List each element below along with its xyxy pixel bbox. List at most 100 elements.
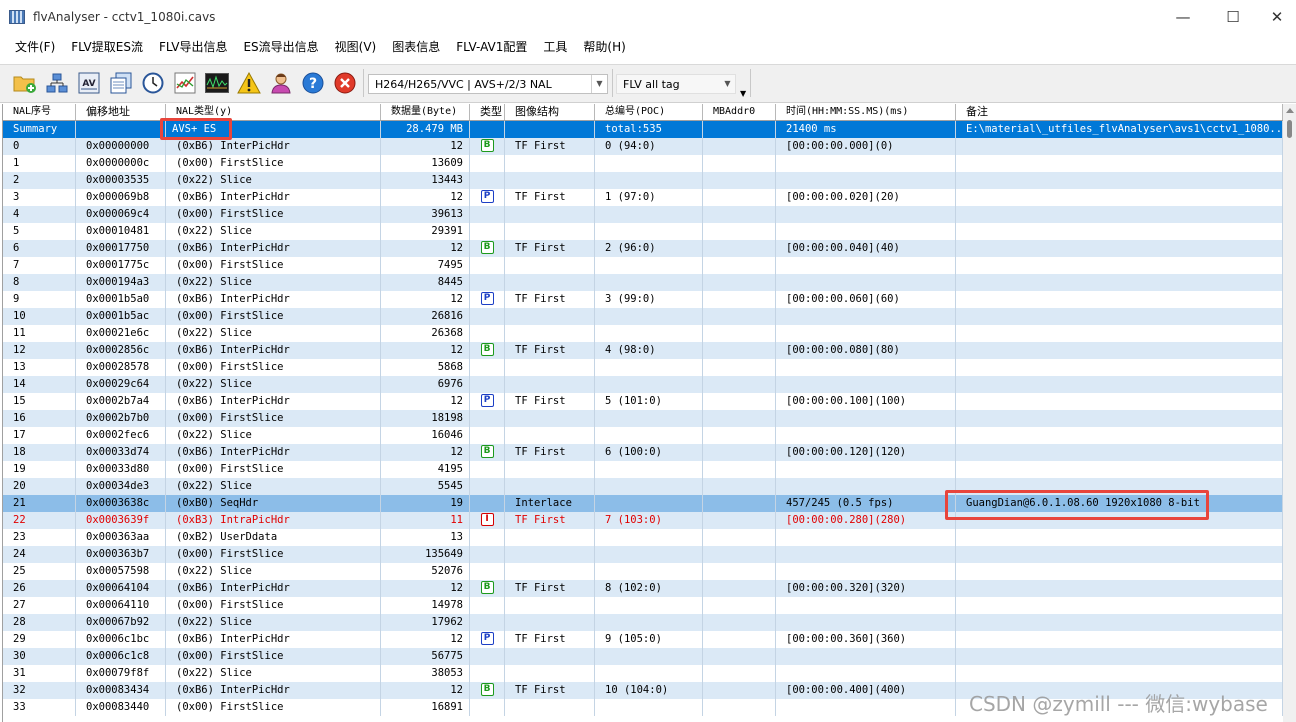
table-row[interactable]: 23 0x000363aa (0xB2) UserDdata 13 — [3, 529, 1283, 546]
warning-icon[interactable] — [237, 71, 261, 95]
network-icon[interactable] — [45, 71, 69, 95]
menu-es-export-info[interactable]: ES流导出信息 — [236, 38, 325, 55]
table-row[interactable]: 8 0x000194a3 (0x22) Slice 8445 — [3, 274, 1283, 291]
cell-size: 4195 — [381, 461, 470, 478]
table-row[interactable]: 3 0x000069b8 (0xB6) InterPicHdr 12 P TF First… — [3, 189, 1283, 206]
cell-nal-type: (0x00) FirstSlice — [166, 546, 381, 563]
nal-mode-select[interactable]: H264/H265/VVC | AVS+/2/3 NAL ▼ — [368, 74, 608, 94]
cell-size: 8445 — [381, 274, 470, 291]
cell-frame-type — [470, 699, 505, 716]
menu-file[interactable]: 文件(F) — [8, 38, 62, 55]
maximize-button[interactable]: ☐ — [1210, 0, 1256, 33]
table-row[interactable]: 4 0x000069c4 (0x00) FirstSlice 39613 — [3, 206, 1283, 223]
clock-icon[interactable] — [141, 71, 165, 95]
table-row[interactable]: 5 0x00010481 (0x22) Slice 29391 — [3, 223, 1283, 240]
table-row[interactable]: 9 0x0001b5a0 (0xB6) InterPicHdr 12 P TF First… — [3, 291, 1283, 308]
waveform-icon[interactable] — [205, 71, 229, 95]
scroll-thumb[interactable] — [1287, 120, 1292, 138]
table-row[interactable]: 1 0x0000000c (0x00) FirstSlice 13609 — [3, 155, 1283, 172]
table-row[interactable]: 16 0x0002b7b0 (0x00) FirstSlice 18198 — [3, 410, 1283, 427]
table-row[interactable]: 11 0x00021e6c (0x22) Slice 26368 — [3, 325, 1283, 342]
table-row[interactable]: 10 0x0001b5ac (0x00) FirstSlice 26816 — [3, 308, 1283, 325]
open-folder-icon[interactable] — [13, 71, 37, 95]
cell-nal-type: (0xB0) SeqHdr — [166, 495, 381, 512]
cell-mbaddr0 — [703, 308, 776, 325]
help-icon[interactable]: ? — [301, 71, 325, 95]
minimize-button[interactable]: — — [1160, 0, 1206, 33]
table-row[interactable]: 0 0x00000000 (0xB6) InterPicHdr 12 B TF First… — [3, 138, 1283, 155]
av-icon[interactable]: AV — [77, 71, 101, 95]
toolbar-overflow-icon[interactable]: ▼ — [740, 89, 746, 98]
table-row[interactable]: 28 0x00067b92 (0x22) Slice 17962 — [3, 614, 1283, 631]
table-row[interactable]: 18 0x00033d74 (0xB6) InterPicHdr 12 B TF Firs… — [3, 444, 1283, 461]
cell-mbaddr0 — [703, 546, 776, 563]
scroll-up-arrow-icon[interactable] — [1286, 108, 1294, 113]
menu-flv-export-info[interactable]: FLV导出信息 — [152, 38, 234, 55]
cell-poc — [595, 597, 703, 614]
cell-poc — [595, 665, 703, 682]
vertical-scrollbar[interactable] — [1283, 104, 1296, 722]
cell-poc — [595, 410, 703, 427]
table-row[interactable]: 7 0x0001775c (0x00) FirstSlice 7495 — [3, 257, 1283, 274]
cell-note — [956, 223, 1283, 240]
menu-flv-extract-es[interactable]: FLV提取ES流 — [64, 38, 150, 55]
column-header-time[interactable]: 时间(HH:MM:SS.MS)(ms) — [776, 104, 956, 120]
frame-i-icon: I — [480, 512, 494, 526]
column-header-note[interactable]: 备注 — [956, 104, 1283, 120]
cell-time — [776, 699, 956, 716]
cell-size: 12 — [381, 291, 470, 308]
table-row[interactable]: 14 0x00029c64 (0x22) Slice 6976 — [3, 376, 1283, 393]
cell-nal-type: (0x00) FirstSlice — [166, 461, 381, 478]
cell-time — [776, 648, 956, 665]
column-header-nal-index[interactable]: NAL序号 — [3, 104, 76, 120]
column-header-offset[interactable]: 偏移地址 — [76, 104, 166, 120]
table-row[interactable]: 29 0x0006c1bc (0xB6) InterPicHdr 12 P TF Firs… — [3, 631, 1283, 648]
menu-flv-av1-config[interactable]: FLV-AV1配置 — [449, 38, 534, 55]
close-circle-icon[interactable] — [333, 71, 357, 95]
menu-help[interactable]: 帮助(H) — [576, 38, 632, 55]
cell-frame-type — [470, 665, 505, 682]
table-row[interactable]: 26 0x00064104 (0xB6) InterPicHdr 12 B TF Firs… — [3, 580, 1283, 597]
cell-nal-index: 25 — [3, 563, 76, 580]
user-icon[interactable] — [269, 71, 293, 95]
column-header-poc[interactable]: 总编号(POC) — [595, 104, 703, 120]
cell-offset: 0x0003639f — [76, 512, 166, 529]
cell-frame-type — [470, 478, 505, 495]
table-row[interactable]: 30 0x0006c1c8 (0x00) FirstSlice 56775 — [3, 648, 1283, 665]
table-row[interactable]: 2 0x00003535 (0x22) Slice 13443 — [3, 172, 1283, 189]
cell-size: 16046 — [381, 427, 470, 444]
table-row[interactable]: 6 0x00017750 (0xB6) InterPicHdr 12 B TF First… — [3, 240, 1283, 257]
cell-nal-type: (0xB2) UserDdata — [166, 529, 381, 546]
cell-poc — [595, 648, 703, 665]
menu-view[interactable]: 视图(V) — [328, 38, 384, 55]
menu-chart-info[interactable]: 图表信息 — [385, 38, 447, 55]
column-header-picture-structure[interactable]: 图像结构 — [505, 104, 595, 120]
table-row[interactable]: 13 0x00028578 (0x00) FirstSlice 5868 — [3, 359, 1283, 376]
menu-tools[interactable]: 工具 — [536, 38, 574, 55]
cell-note — [956, 342, 1283, 359]
cell-note — [956, 274, 1283, 291]
table-row[interactable]: 25 0x00057598 (0x22) Slice 52076 — [3, 563, 1283, 580]
cell-offset: 0x0001b5ac — [76, 308, 166, 325]
table-row[interactable]: 24 0x000363b7 (0x00) FirstSlice 135649 — [3, 546, 1283, 563]
cell-offset: 0x00057598 — [76, 563, 166, 580]
cell-picture-structure — [505, 121, 595, 138]
table-row[interactable]: 17 0x0002fec6 (0x22) Slice 16046 — [3, 427, 1283, 444]
chart-icon[interactable] — [173, 71, 197, 95]
menu-bar: 文件(F) FLV提取ES流 FLV导出信息 ES流导出信息 视图(V) 图表信… — [0, 33, 1296, 60]
table-row[interactable]: 19 0x00033d80 (0x00) FirstSlice 4195 — [3, 461, 1283, 478]
close-button[interactable]: ✕ — [1254, 0, 1296, 33]
table-row[interactable]: 31 0x00079f8f (0x22) Slice 38053 — [3, 665, 1283, 682]
cell-offset: 0x00028578 — [76, 359, 166, 376]
column-header-mbaddr0[interactable]: MBAddr0 — [703, 104, 776, 120]
table-row[interactable]: 27 0x00064110 (0x00) FirstSlice 14978 — [3, 597, 1283, 614]
column-header-frame-type[interactable]: 类型 — [470, 104, 505, 120]
table-row[interactable]: 15 0x0002b7a4 (0xB6) InterPicHdr 12 P TF Firs… — [3, 393, 1283, 410]
column-header-size[interactable]: 数据量(Byte) — [381, 104, 470, 120]
cell-note — [956, 665, 1283, 682]
flv-tag-select[interactable]: FLV all tag ▼ — [616, 74, 736, 94]
cell-frame-type — [470, 155, 505, 172]
table-row[interactable]: 12 0x0002856c (0xB6) InterPicHdr 12 B TF Firs… — [3, 342, 1283, 359]
cell-mbaddr0 — [703, 410, 776, 427]
copy-windows-icon[interactable] — [109, 71, 133, 95]
